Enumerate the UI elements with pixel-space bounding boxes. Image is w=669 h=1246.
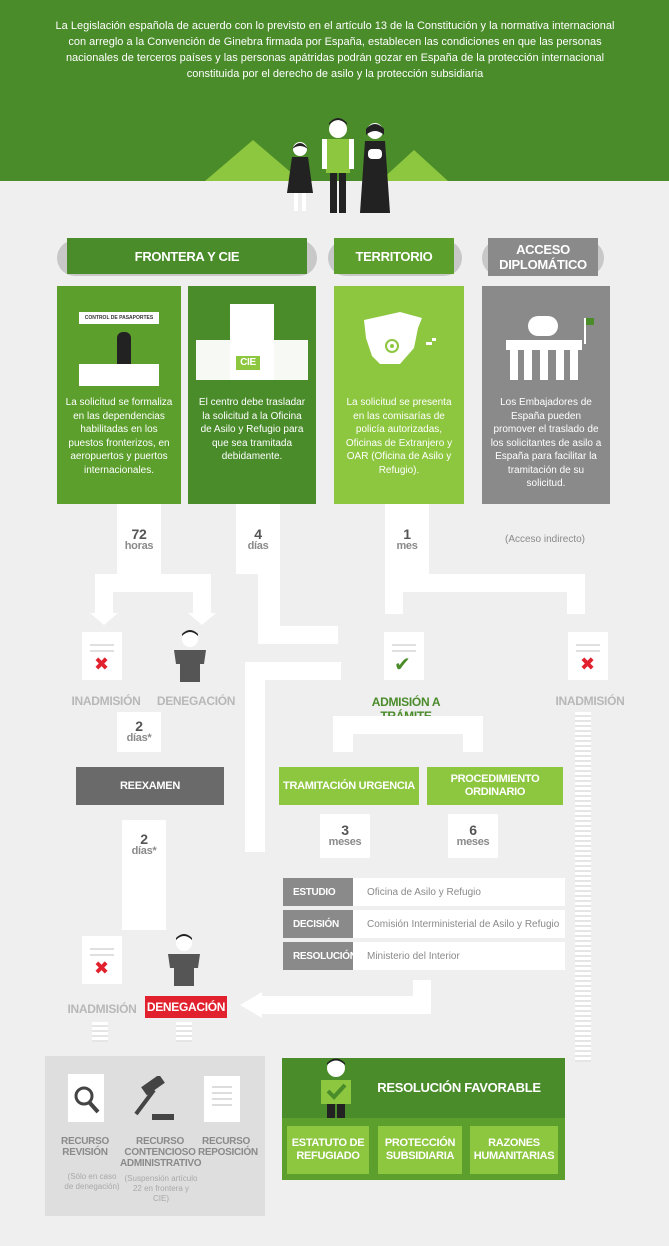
connector — [193, 574, 211, 616]
estatuto-box: ESTATUTO DE REFUGIADO — [287, 1126, 369, 1174]
time-3m: 3 meses — [320, 823, 370, 848]
connector — [413, 980, 431, 1014]
document-icon — [204, 1076, 240, 1122]
booth-icon — [79, 364, 159, 386]
connector — [463, 716, 483, 752]
humanitarias-box: RAZONES HUMANITARIAS — [470, 1126, 558, 1174]
time-4d: 4 días — [236, 527, 280, 552]
favorable-title: RESOLUCIÓN FAVORABLE — [377, 1080, 541, 1095]
inadmision-label: INADMISIÓN — [71, 694, 141, 708]
time-2d: 2 días* — [117, 719, 161, 744]
step-value: Oficina de Asilo y Refugio — [353, 878, 565, 906]
diplomatico-text: Los Embajadores de España pueden promove… — [490, 397, 602, 489]
person-icon — [168, 934, 200, 986]
card-territorio: La solicitud se presenta en las comisarí… — [334, 286, 464, 504]
tab-diplomatico: ACCESO DIPLOMÁTICO — [488, 238, 598, 276]
reexamen-box: REEXAMEN — [76, 767, 224, 805]
arrow-down — [188, 613, 216, 625]
time-6m: 6 meses — [448, 823, 498, 848]
connector-h — [333, 716, 483, 734]
document-icon: ✖ — [82, 936, 122, 984]
intro-text: La Legislación española de acuerdo con l… — [55, 20, 615, 80]
gavel-icon — [134, 1076, 174, 1120]
connector — [567, 574, 585, 614]
recurso-contencioso-note: (Suspensión artículo 22 en frontera y CI… — [124, 1174, 198, 1203]
arrow-down — [90, 613, 118, 625]
document-icon: ✖ — [568, 632, 608, 680]
denegacion-label: DENEGACIÓN — [156, 694, 236, 708]
time-72h: 72 horas — [117, 527, 161, 552]
check-icon: ✔ — [394, 654, 411, 676]
long-bar — [575, 712, 591, 1062]
card-pasaportes: CONTROL DE PASAPORTES La solicitud se fo… — [57, 286, 181, 504]
person-icon — [174, 630, 206, 682]
magnifier-doc-icon — [68, 1074, 104, 1122]
tab-territorio: TERRITORIO — [334, 238, 454, 274]
person-check-icon — [321, 1058, 351, 1118]
connector — [95, 574, 113, 616]
cross-icon: ✖ — [94, 958, 110, 978]
cross-icon: ✖ — [580, 654, 596, 674]
connector — [385, 574, 403, 614]
subsidiaria-box: PROTECCIÓN SUBSIDIARIA — [378, 1126, 462, 1174]
cross-icon: ✖ — [94, 654, 110, 674]
recurso-reposicion: RECURSO REPOSICIÓN — [198, 1136, 258, 1158]
document-icon: ✖ — [82, 632, 122, 680]
card-cie: CIE El centro debe trasladar la solicitu… — [188, 286, 316, 504]
step-label: ESTUDIO — [283, 878, 353, 906]
card-diplomatico: Los Embajadores de España pueden promove… — [482, 286, 610, 504]
embassy-icon — [506, 316, 594, 380]
denegacion-box: DENEGACIÓN — [145, 996, 227, 1018]
territorio-text: La solicitud se presenta en las comisarí… — [345, 397, 453, 476]
recurso-revision-note: (Sólo en caso de denegación) — [64, 1172, 120, 1191]
urgencia-box: TRAMITACIÓN URGENCIA — [279, 767, 419, 805]
connector-h — [258, 626, 338, 644]
connector-h — [385, 574, 585, 592]
dashed-arrow — [92, 1022, 108, 1042]
step-value: Comisión Interministerial de Asilo y Ref… — [353, 910, 565, 938]
acceso-indirecto: (Acceso indirecto) — [504, 534, 586, 545]
inadmision-label: INADMISIÓN — [67, 1002, 137, 1016]
step-value: Ministerio del Interior — [353, 942, 565, 970]
step-label: RESOLUCIÓN — [283, 942, 357, 970]
officer-icon — [117, 332, 131, 364]
recurso-contencioso: RECURSO CONTENCIOSO ADMINISTRATIVO — [120, 1136, 202, 1169]
arrow-left — [240, 992, 262, 1018]
connector — [245, 662, 265, 852]
connector-h — [262, 996, 430, 1014]
step-label: DECISIÓN — [283, 910, 353, 938]
ordinario-box: PROCEDIMIENTO ORDINARIO — [427, 767, 563, 805]
pasaportes-text: La solicitud se formaliza en las depende… — [65, 397, 173, 476]
time-1m: 1 mes — [385, 527, 429, 552]
connector — [333, 716, 353, 752]
cie-sign: CIE — [236, 356, 260, 370]
recurso-revision: RECURSO REVISIÓN — [61, 1136, 109, 1158]
tab-frontera: FRONTERA Y CIE — [67, 238, 307, 274]
time-2d: 2 días* — [122, 832, 166, 857]
inadmision-label: INADMISIÓN — [555, 694, 625, 708]
cie-text: El centro debe trasladar la solicitud a … — [198, 397, 306, 462]
pasaportes-sign: CONTROL DE PASAPORTES — [79, 312, 159, 324]
dashed-arrow — [176, 1022, 192, 1042]
family-icon — [287, 118, 390, 213]
document-icon: ✔ — [384, 632, 424, 680]
spain-map-icon — [364, 312, 436, 364]
